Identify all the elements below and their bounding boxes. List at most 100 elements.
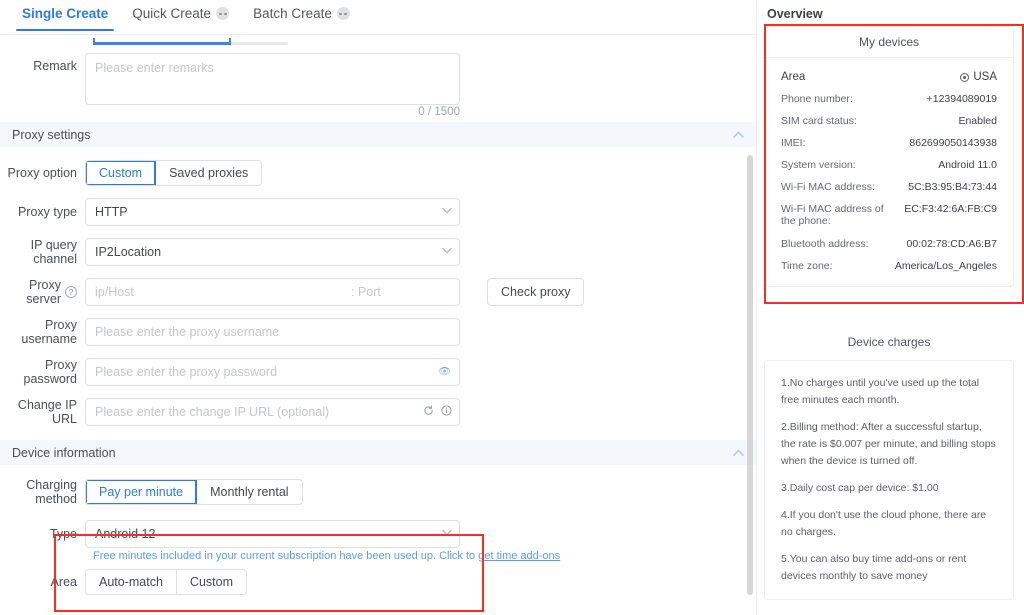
- device-row-area: Area USA: [781, 71, 997, 83]
- proxy-type-label: Proxy type: [17, 205, 77, 219]
- get-time-add-ons-link[interactable]: get time add-ons: [478, 550, 560, 562]
- device-type-row: Type Android 12: [0, 520, 756, 548]
- form-scroll-area[interactable]: Remark Please enter remarks 0 / 1500 Pro…: [0, 35, 756, 615]
- charging-monthly-rental-button[interactable]: Monthly rental: [197, 480, 302, 504]
- device-type-value: Android 12: [95, 527, 156, 541]
- device-row-wifi-mac-value: 5C:B3:95:B4:73:44: [908, 181, 997, 193]
- ip-query-channel-value: IP2Location: [95, 245, 162, 259]
- ip-query-channel-label: IP query channel: [30, 238, 77, 266]
- device-row-timezone-value: America/Los_Angeles: [894, 260, 997, 272]
- eye-toggle-icon[interactable]: 👁: [438, 367, 451, 378]
- change-ip-url-field: Please enter the change IP URL (optional…: [85, 398, 460, 426]
- device-row-area-key: Area: [781, 71, 806, 83]
- proxy-settings-section-header[interactable]: Proxy settings: [0, 122, 756, 147]
- area-custom-button[interactable]: Custom: [176, 570, 246, 594]
- proxy-username-label: Proxy username: [21, 318, 77, 346]
- app-root: Single Create Quick Create Batch Create: [0, 0, 1024, 615]
- check-proxy-button[interactable]: Check proxy: [487, 278, 585, 306]
- device-area-segmented-control: Auto-match Custom: [85, 569, 247, 595]
- charge-item: 5.You can also buy time add-ons or rent …: [781, 553, 967, 582]
- tab-quick-create[interactable]: Quick Create: [120, 0, 241, 31]
- proxy-type-field: HTTP: [85, 198, 460, 226]
- chevron-up-icon[interactable]: [733, 449, 744, 456]
- remark-field-wrap: Please enter remarks 0 / 1500: [85, 53, 460, 118]
- proxy-settings-title: Proxy settings: [12, 127, 91, 142]
- overview-panel: Overview My devices Area USA Phone numbe…: [757, 0, 1024, 615]
- device-type-field: Android 12: [85, 520, 460, 548]
- device-type-select[interactable]: Android 12: [85, 520, 460, 548]
- tab-quick-create-label: Quick Create: [132, 6, 212, 21]
- my-devices-title: My devices: [765, 27, 1013, 58]
- area-auto-match-button[interactable]: Auto-match: [86, 570, 177, 594]
- proxy-username-row: Proxy username Please enter the proxy us…: [0, 318, 756, 346]
- progress-tick-current: [229, 38, 231, 45]
- info-icon[interactable]: [441, 403, 452, 421]
- device-row-wifi-mac: Wi-Fi MAC address: 5C:B3:95:B4:73:44: [781, 181, 997, 193]
- ip-query-channel-select[interactable]: IP2Location: [85, 238, 460, 266]
- device-row-imei-value: 862699050143938: [909, 137, 997, 149]
- free-minutes-notice-text: Free minutes included in your current su…: [93, 550, 479, 562]
- help-question-icon[interactable]: ?: [65, 286, 77, 298]
- proxy-server-host-placeholder: ip/Host: [95, 285, 134, 299]
- device-row-bluetooth: Bluetooth address: 00:02:78:CD:A6:B7: [781, 238, 997, 250]
- charge-item: 2.Billing method: After a successful sta…: [781, 421, 996, 467]
- progress-tick-start: [93, 38, 95, 45]
- proxy-option-label: Proxy option: [7, 166, 77, 180]
- remark-row: Remark Please enter remarks 0 / 1500: [0, 53, 756, 118]
- chevron-up-icon[interactable]: [733, 131, 744, 138]
- charging-method-row: Charging method Pay per minute Monthly r…: [0, 478, 756, 506]
- proxy-option-custom-button[interactable]: Custom: [86, 161, 157, 185]
- change-ip-url-input[interactable]: Please enter the change IP URL (optional…: [85, 398, 460, 426]
- remark-textarea[interactable]: Please enter remarks: [85, 53, 460, 105]
- device-row-phone-number: Phone number: +12394089019: [781, 93, 997, 105]
- tab-single-create-label: Single Create: [22, 6, 109, 21]
- my-devices-rows: Area USA Phone number: +12394089019 SIM …: [765, 58, 1013, 286]
- device-area-label: Area: [50, 575, 77, 589]
- proxy-username-input[interactable]: Please enter the proxy username: [85, 318, 460, 346]
- device-row-phone-wifi-mac-key: Wi-Fi MAC address of the phone:: [781, 203, 884, 227]
- proxy-username-placeholder: Please enter the proxy username: [95, 325, 280, 339]
- charging-method-segmented-control: Pay per minute Monthly rental: [85, 479, 303, 505]
- device-row-system-version-key: System version:: [781, 159, 856, 171]
- device-row-phone-wifi-mac-value: EC:F3:42:6A:FB:C9: [904, 203, 997, 215]
- charging-pay-per-minute-button[interactable]: Pay per minute: [86, 480, 198, 504]
- device-row-timezone: Time zone: America/Los_Angeles: [781, 260, 997, 272]
- device-row-system-version: System version: Android 11.0: [781, 159, 997, 171]
- device-type-label: Type: [49, 527, 77, 541]
- overview-title: Overview: [767, 7, 823, 21]
- device-row-imei-key: IMEI:: [781, 137, 806, 149]
- change-ip-url-label: Change IP URL: [17, 398, 77, 426]
- device-row-timezone-key: Time zone:: [781, 260, 833, 272]
- change-ip-url-row: Change IP URL Please enter the change IP…: [0, 398, 756, 426]
- proxy-password-input[interactable]: Please enter the proxy password: [85, 358, 460, 386]
- device-charges-title: Device charges: [847, 335, 931, 349]
- proxy-option-saved-proxies-button[interactable]: Saved proxies: [156, 161, 262, 185]
- refresh-icon[interactable]: [423, 403, 434, 421]
- proxy-server-label: Proxy server ?: [0, 278, 85, 306]
- proxy-server-label-text: Proxy server: [26, 278, 61, 306]
- form-scrollbar[interactable]: [747, 155, 753, 595]
- tab-single-create[interactable]: Single Create: [10, 0, 120, 31]
- device-information-section-header[interactable]: Device information: [0, 440, 756, 465]
- progress-bar-fill: [93, 42, 230, 45]
- tab-batch-create[interactable]: Batch Create: [241, 0, 362, 31]
- charge-item: 1.No charges until you've used up the to…: [781, 377, 980, 406]
- device-row-sim-status-value: Enabled: [958, 115, 997, 127]
- proxy-server-input[interactable]: ip/Host : Port: [85, 278, 460, 306]
- device-row-imei: IMEI: 862699050143938: [781, 137, 997, 149]
- device-row-wifi-mac-key: Wi-Fi MAC address:: [781, 181, 875, 193]
- device-row-area-value-wrap: USA: [960, 71, 997, 83]
- proxy-type-row: Proxy type HTTP: [0, 198, 756, 226]
- proxy-password-placeholder: Please enter the proxy password: [95, 365, 278, 379]
- charge-item: 3.Daily cost cap per device: $1.00: [781, 482, 939, 494]
- proxy-type-select[interactable]: HTTP: [85, 198, 460, 226]
- location-pin-icon: [960, 72, 970, 82]
- quick-create-badge-icon: [216, 7, 230, 20]
- device-row-sim-status: SIM card status: Enabled: [781, 115, 997, 127]
- device-row-area-value: USA: [973, 71, 997, 83]
- device-row-sim-status-key: SIM card status:: [781, 115, 857, 127]
- proxy-option-row: Proxy option Custom Saved proxies: [0, 160, 756, 186]
- proxy-server-row: Proxy server ? ip/Host : Port Check prox…: [0, 278, 756, 306]
- charge-item: 4.If you don't use the cloud phone, ther…: [781, 509, 987, 538]
- batch-create-badge-icon: [336, 7, 350, 20]
